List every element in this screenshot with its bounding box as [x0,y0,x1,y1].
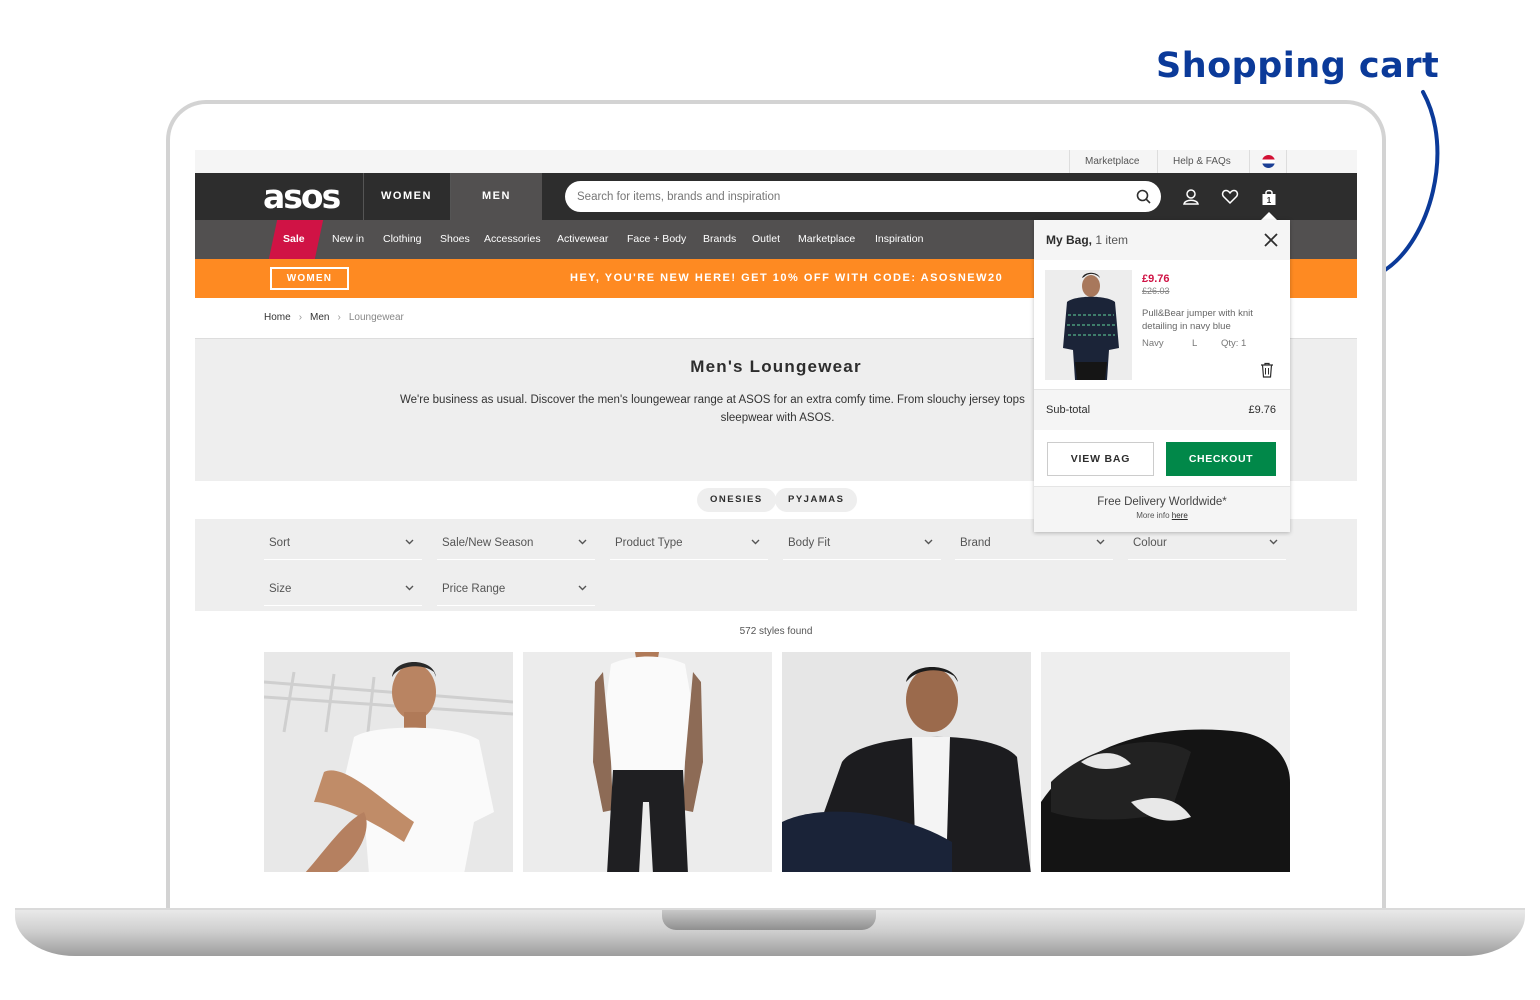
search-input[interactable] [577,181,1117,212]
category-sale[interactable]: Sale [283,220,305,259]
category-marketplace[interactable]: Marketplace [798,220,855,259]
trash-icon[interactable] [1260,362,1274,378]
bag-subtotal-row: Sub-total £9.76 [1034,389,1290,430]
breadcrumb: Home › Men › Loungewear [264,298,404,338]
country-flag-icon[interactable] [1249,150,1287,173]
account-icon[interactable] [1182,188,1200,206]
browser-screen: Marketplace Help & FAQs asos WOMEN MEN S… [195,150,1357,872]
product-image-white-tshirt [264,652,513,872]
bag-item-original-price: £26.03 [1142,286,1170,296]
utility-bar: Marketplace Help & FAQs [195,150,1357,173]
subtotal-value: £9.76 [1248,404,1276,416]
category-clothing[interactable]: Clothing [383,220,422,259]
product-image-black-hoodie [782,652,1031,872]
category-inspiration[interactable]: Inspiration [875,220,923,259]
category-new-in[interactable]: New in [332,220,364,259]
laptop-notch [662,910,876,930]
filter-price-range[interactable]: Price Range [437,572,595,606]
breadcrumb-separator: › [298,312,303,323]
bag-item-price: £9.76 [1142,273,1170,285]
tab-men[interactable]: MEN [450,173,542,220]
navy-jumper-product-image [1045,270,1132,380]
bag-item-colour: Navy [1142,338,1164,349]
product-image-joggers [523,652,772,872]
bag-item-size: L [1192,338,1198,349]
chevron-down-icon [405,539,414,545]
promo-women-button[interactable]: WOMEN [270,267,349,290]
mini-bag-title-label: My Bag, [1046,233,1093,247]
filter-label: Brand [960,537,991,549]
subtotal-label: Sub-total [1046,404,1091,416]
laptop-chin [170,872,1382,910]
marketplace-link[interactable]: Marketplace [1069,150,1154,173]
more-info-here-link[interactable]: here [1172,511,1188,520]
product-tile[interactable] [1041,652,1290,872]
chevron-down-icon [924,539,933,545]
breadcrumb-current: Loungewear [348,312,404,323]
stage: Shopping cart Marketplace Help & FAQs as… [0,0,1540,1000]
tab-women[interactable]: WOMEN [363,173,449,220]
search-icon[interactable] [1136,189,1151,204]
product-image-sliders [1041,652,1290,872]
bag-count-badge: 1 [1266,196,1272,205]
category-face-body[interactable]: Face + Body [627,220,686,259]
close-icon[interactable] [1262,231,1280,249]
chevron-down-icon [1096,539,1105,545]
results-count: 572 styles found [739,626,813,637]
chevron-down-icon [751,539,760,545]
breadcrumb-men[interactable]: Men [310,312,329,323]
filter-label: Sort [269,537,291,549]
breadcrumb-home[interactable]: Home [264,312,291,323]
filter-label: Body Fit [788,537,831,549]
more-info-text: More info here [1034,511,1290,520]
mini-bag-dropdown: My Bag, 1 item £9.76 £26.03 Pull&Bear ju… [1034,220,1290,532]
category-brands[interactable]: Brands [703,220,736,259]
product-tile[interactable] [782,652,1031,872]
chevron-down-icon [578,539,587,545]
filter-body-fit[interactable]: Body Fit [783,526,941,560]
bag-item-qty: Qty: 1 [1221,338,1247,349]
product-tile[interactable] [264,652,513,872]
view-bag-button[interactable]: VIEW BAG [1047,442,1154,476]
bag-dropdown-caret [1261,212,1277,220]
search-box [565,181,1161,212]
wishlist-heart-icon[interactable] [1221,188,1239,206]
category-outlet[interactable]: Outlet [752,220,780,259]
filter-label: Size [269,583,292,595]
filter-label: Price Range [442,583,506,595]
promo-text[interactable]: HEY, YOU'RE NEW HERE! GET 10% OFF WITH C… [570,259,1003,298]
mini-bag-count: 1 item [1095,233,1129,247]
filter-label: Sale/New Season [442,537,534,549]
filter-label: Product Type [615,537,683,549]
asos-logo[interactable]: asos [263,177,341,216]
category-shoes[interactable]: Shoes [440,220,470,259]
bag-item-image[interactable] [1045,270,1132,380]
chevron-down-icon [1269,539,1278,545]
main-nav: asos WOMEN MEN 1 [195,173,1357,220]
filter-bar: Sort Sale/New Season Product Type Body F… [195,519,1357,611]
help-faqs-link[interactable]: Help & FAQs [1157,150,1246,173]
filter-size[interactable]: Size [264,572,422,606]
mini-bag-header: My Bag, 1 item [1034,220,1290,260]
chevron-down-icon [405,585,414,591]
category-accessories[interactable]: Accessories [484,220,541,259]
free-delivery-text: Free Delivery Worldwide* [1097,496,1227,508]
bag-item-name[interactable]: Pull&Bear jumper with knit detailing in … [1142,307,1277,333]
chevron-down-icon [578,585,587,591]
mini-bag-title: My Bag, 1 item [1046,220,1128,260]
checkout-button[interactable]: CHECKOUT [1166,442,1276,476]
filter-sort[interactable]: Sort [264,526,422,560]
filter-product-type[interactable]: Product Type [610,526,768,560]
product-tile[interactable] [523,652,772,872]
category-activewear[interactable]: Activewear [557,220,608,259]
delivery-info: Free Delivery Worldwide* More info here [1034,486,1290,532]
pill-onesies[interactable]: ONESIES [697,488,776,512]
pill-pyjamas[interactable]: PYJAMAS [775,488,858,512]
annotation-title: Shopping cart [1156,46,1440,86]
breadcrumb-separator: › [337,312,341,323]
filter-sale-new-season[interactable]: Sale/New Season [437,526,595,560]
more-info-label: More info [1136,511,1170,520]
